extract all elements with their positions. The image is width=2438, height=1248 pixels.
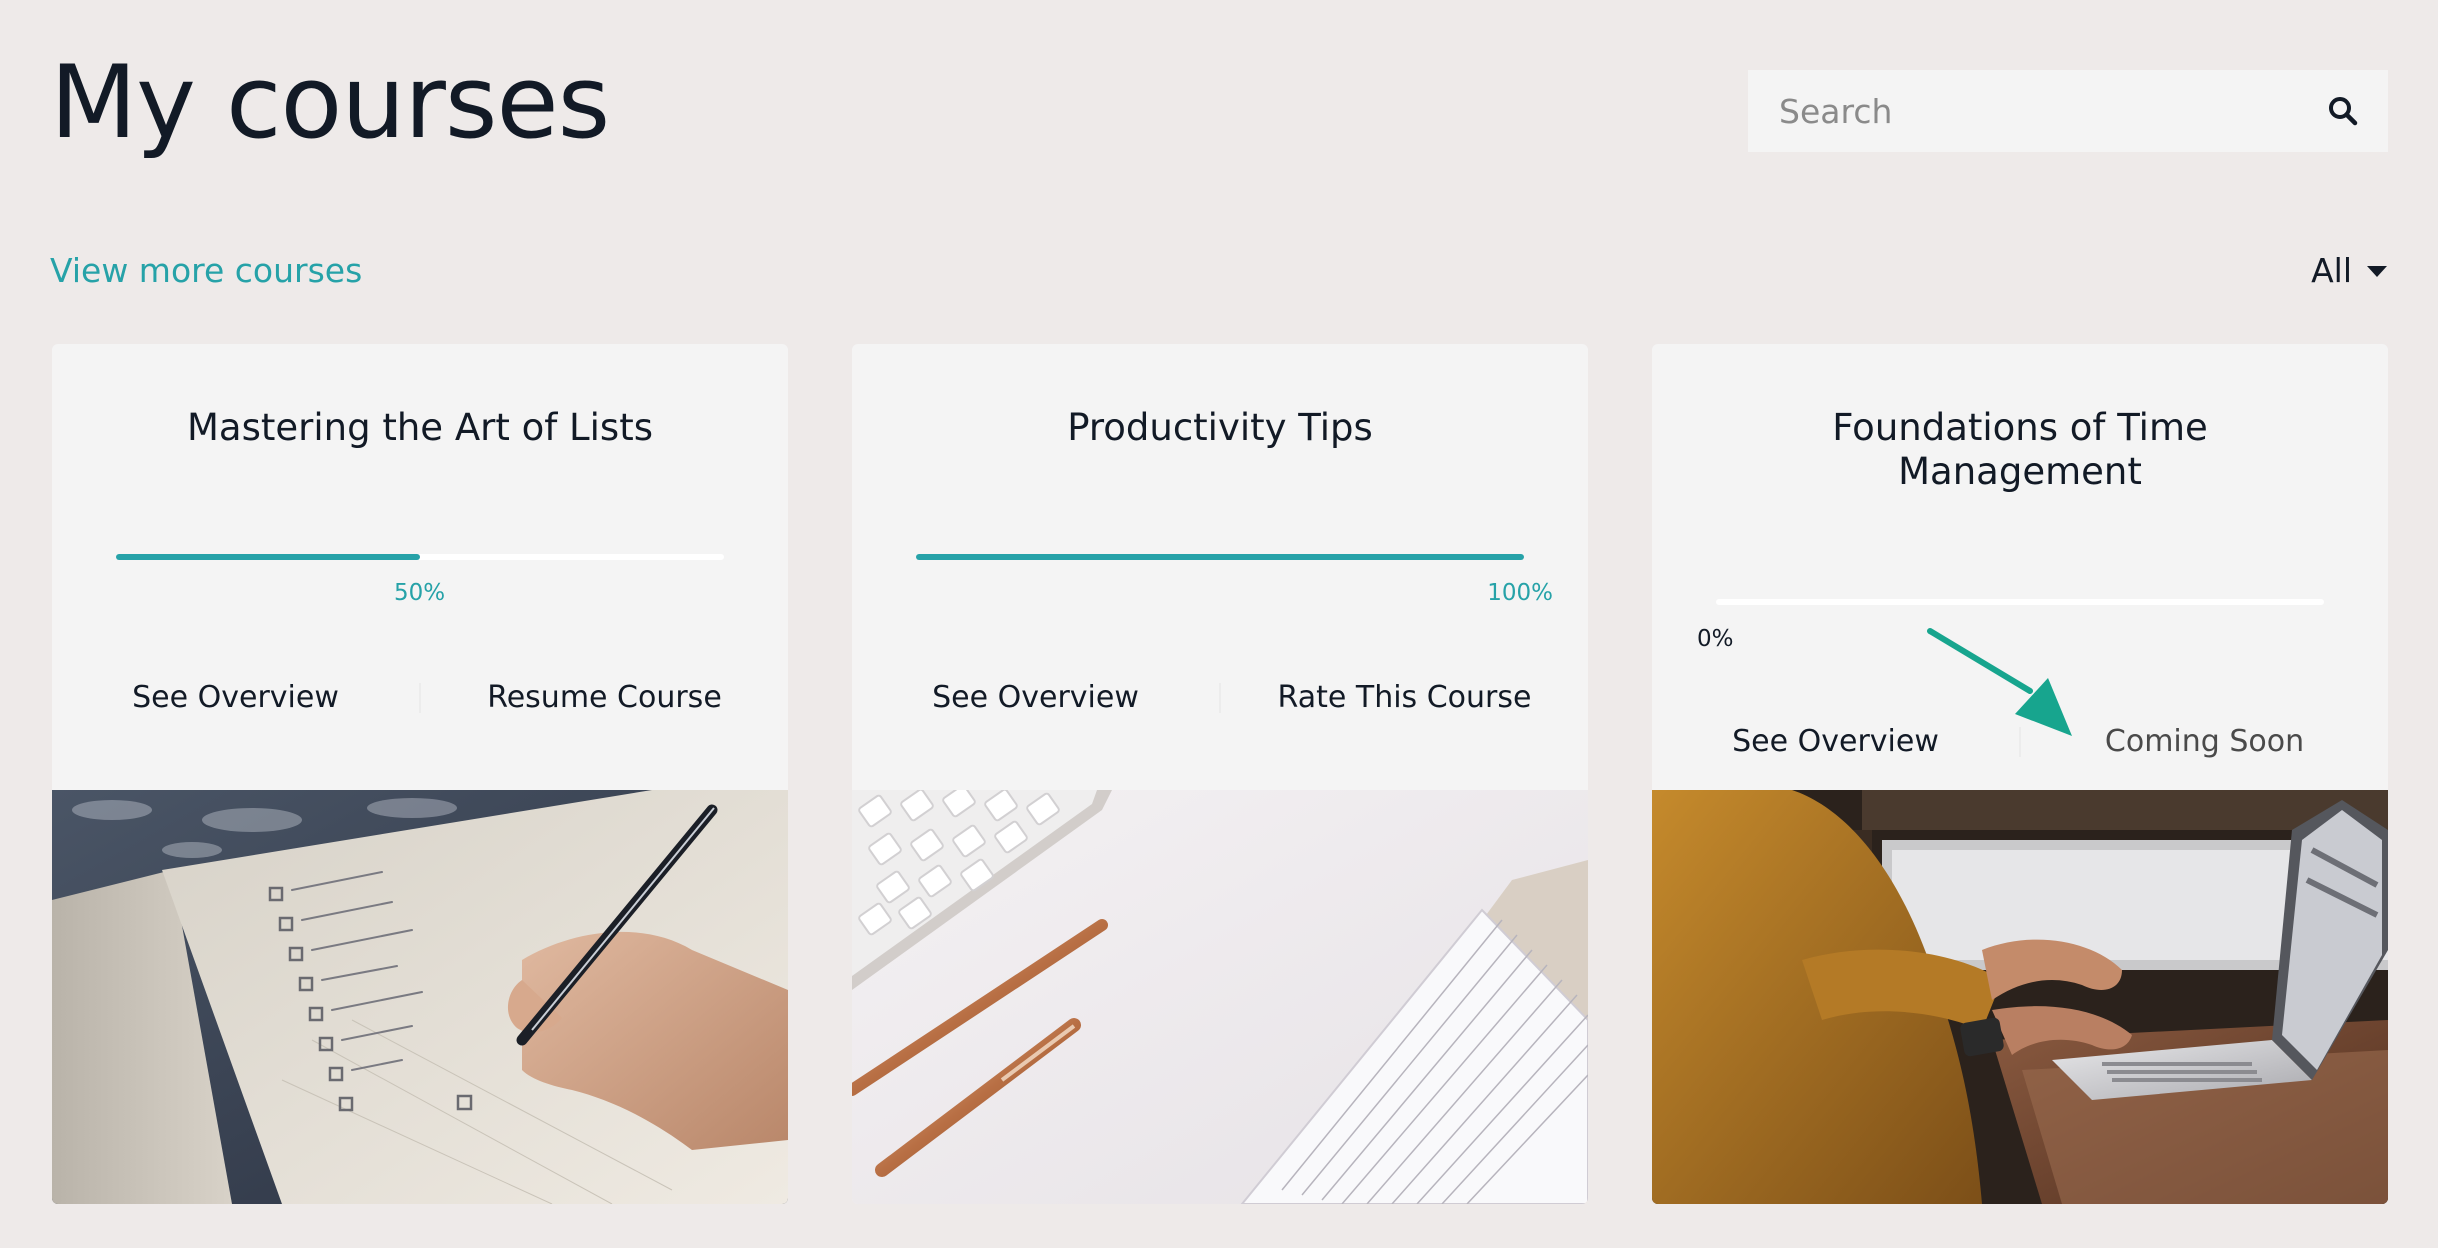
progress-label: 50% <box>394 580 446 606</box>
course-title: Foundations of Time Management <box>1832 406 2208 493</box>
course-image-laptop <box>1652 790 2388 1204</box>
progress-bar <box>116 554 724 560</box>
course-image-desk <box>852 790 1588 1204</box>
progress-fill <box>116 554 420 560</box>
see-overview-button[interactable]: See Overview <box>852 680 1219 715</box>
search-button[interactable] <box>2298 70 2388 152</box>
course-grid: Mastering the Art of Lists 50% See Overv… <box>52 344 2388 1204</box>
progress-label: 100% <box>1487 580 1553 606</box>
page-title: My courses <box>50 43 610 161</box>
see-overview-button[interactable]: See Overview <box>52 680 419 715</box>
progress-bar <box>916 554 1524 560</box>
course-image-notebook <box>52 790 788 1204</box>
course-title: Productivity Tips <box>1067 406 1373 449</box>
course-card: Productivity Tips 100% See Overview Rate… <box>852 344 1588 1204</box>
search-icon <box>2329 97 2358 126</box>
progress-label: 0% <box>1697 626 1734 652</box>
progress-fill <box>916 554 1524 560</box>
course-title: Mastering the Art of Lists <box>187 406 653 449</box>
progress-bar <box>1716 599 2324 605</box>
annotation-arrow-icon <box>1927 628 2072 736</box>
search-input[interactable] <box>1748 70 2298 152</box>
caret-down-icon <box>2367 265 2387 277</box>
course-card: Mastering the Art of Lists 50% See Overv… <box>52 344 788 1204</box>
rate-this-course-button[interactable]: Rate This Course <box>1221 680 1588 715</box>
view-more-courses-link[interactable]: View more courses <box>50 251 362 290</box>
filter-selected-value: All <box>2311 251 2352 290</box>
resume-course-button[interactable]: Resume Course <box>421 680 788 715</box>
course-card: Foundations of Time Management 0% See Ov… <box>1652 344 2388 1204</box>
filter-dropdown[interactable]: All <box>2311 251 2388 290</box>
search-box <box>1748 70 2388 152</box>
